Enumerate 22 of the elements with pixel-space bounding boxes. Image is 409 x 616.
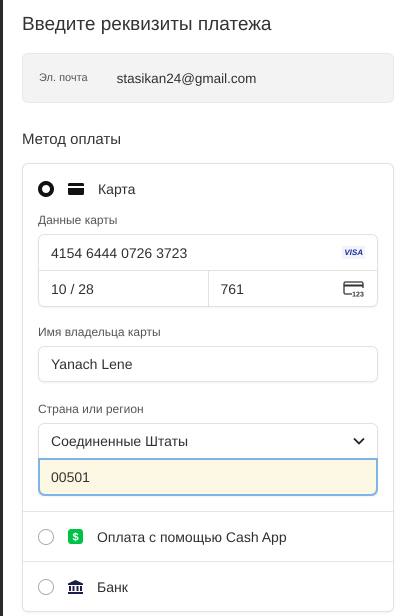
field-label: Имя владельца карты (38, 325, 162, 339)
name-field[interactable]: Yanach Lene (38, 346, 378, 382)
field-label: Страна или регион (38, 402, 145, 416)
page-title: Введите реквизиты платежа (22, 13, 272, 37)
dollar-icon: $ (68, 529, 83, 544)
bank-icon (68, 580, 83, 594)
radio-button[interactable] (38, 180, 54, 196)
email-label: Эл. почта (39, 72, 88, 84)
payment-method-label[interactable]: Банк (97, 578, 128, 594)
card-number-field[interactable]: 4154 6444 0726 3723 VISA (39, 235, 377, 270)
payment-method-label[interactable]: Оплата с помощью Cash App (97, 528, 287, 544)
card-icon (68, 182, 84, 194)
section-heading: Метод оплаты (22, 130, 122, 150)
chevron-down-icon (353, 437, 365, 445)
radio-button[interactable] (38, 578, 54, 594)
email-value: stasikan24@gmail.com (116, 70, 256, 86)
payment-method-label[interactable]: Карта (98, 180, 136, 196)
visa-badge: VISA (342, 246, 365, 259)
expiry-field[interactable]: 10 / 28 (39, 271, 208, 306)
zip-field[interactable]: 00501 (39, 459, 377, 495)
radio-button[interactable] (38, 528, 54, 544)
field-label: Данные карты (38, 213, 118, 227)
